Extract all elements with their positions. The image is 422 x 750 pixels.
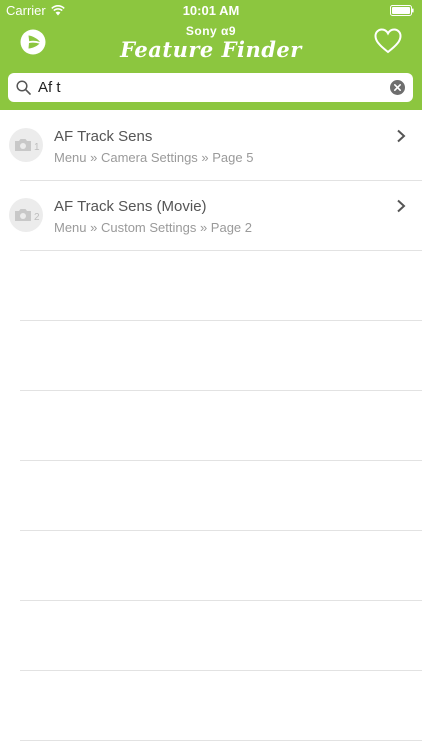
empty-row [0, 250, 422, 321]
result-path: Menu » Custom Settings » Page 2 [54, 220, 253, 235]
list-item[interactable]: 1 AF Track Sens Menu » Camera Settings »… [0, 110, 422, 181]
clock: 10:01 AM [182, 3, 240, 18]
clear-circle-icon[interactable] [390, 80, 405, 95]
chevron-right-icon [397, 199, 406, 213]
result-title: AF Track Sens (Movie) [54, 198, 207, 215]
status-bar: Carrier 10:01 AM [0, 0, 422, 22]
heart-icon[interactable] [374, 28, 402, 54]
camera-badge: 2 [9, 198, 43, 232]
search-icon [16, 80, 31, 95]
divider [20, 740, 422, 741]
nav-bar: Sony α9 Feature Finder [0, 22, 422, 70]
empty-row [0, 670, 422, 741]
camera-number: 2 [34, 212, 40, 223]
camera-icon [15, 209, 31, 221]
empty-row [0, 530, 422, 601]
result-path: Menu » Camera Settings » Page 5 [54, 150, 254, 165]
results-list: 1 AF Track Sens Menu » Camera Settings »… [0, 110, 422, 741]
app-screen: Carrier 10:01 AM Sony α9 Feature Finder … [0, 0, 422, 750]
header: Carrier 10:01 AM Sony α9 Feature Finder … [0, 0, 422, 110]
app-title-block: Sony α9 Feature Finder [0, 24, 422, 62]
camera-icon [15, 139, 31, 151]
result-title: AF Track Sens [54, 128, 153, 145]
battery-icon [390, 5, 414, 16]
empty-row [0, 460, 422, 531]
list-item[interactable]: 2 AF Track Sens (Movie) Menu » Custom Se… [0, 180, 422, 251]
brand-label: Sony α9 [185, 24, 237, 38]
search-input[interactable] [38, 73, 378, 102]
empty-row [0, 320, 422, 391]
camera-number: 1 [34, 142, 40, 153]
camera-badge: 1 [9, 128, 43, 162]
search-bar[interactable] [8, 73, 413, 102]
empty-row [0, 390, 422, 461]
empty-row [0, 600, 422, 671]
chevron-right-icon [397, 129, 406, 143]
app-title: Feature Finder [120, 37, 302, 62]
